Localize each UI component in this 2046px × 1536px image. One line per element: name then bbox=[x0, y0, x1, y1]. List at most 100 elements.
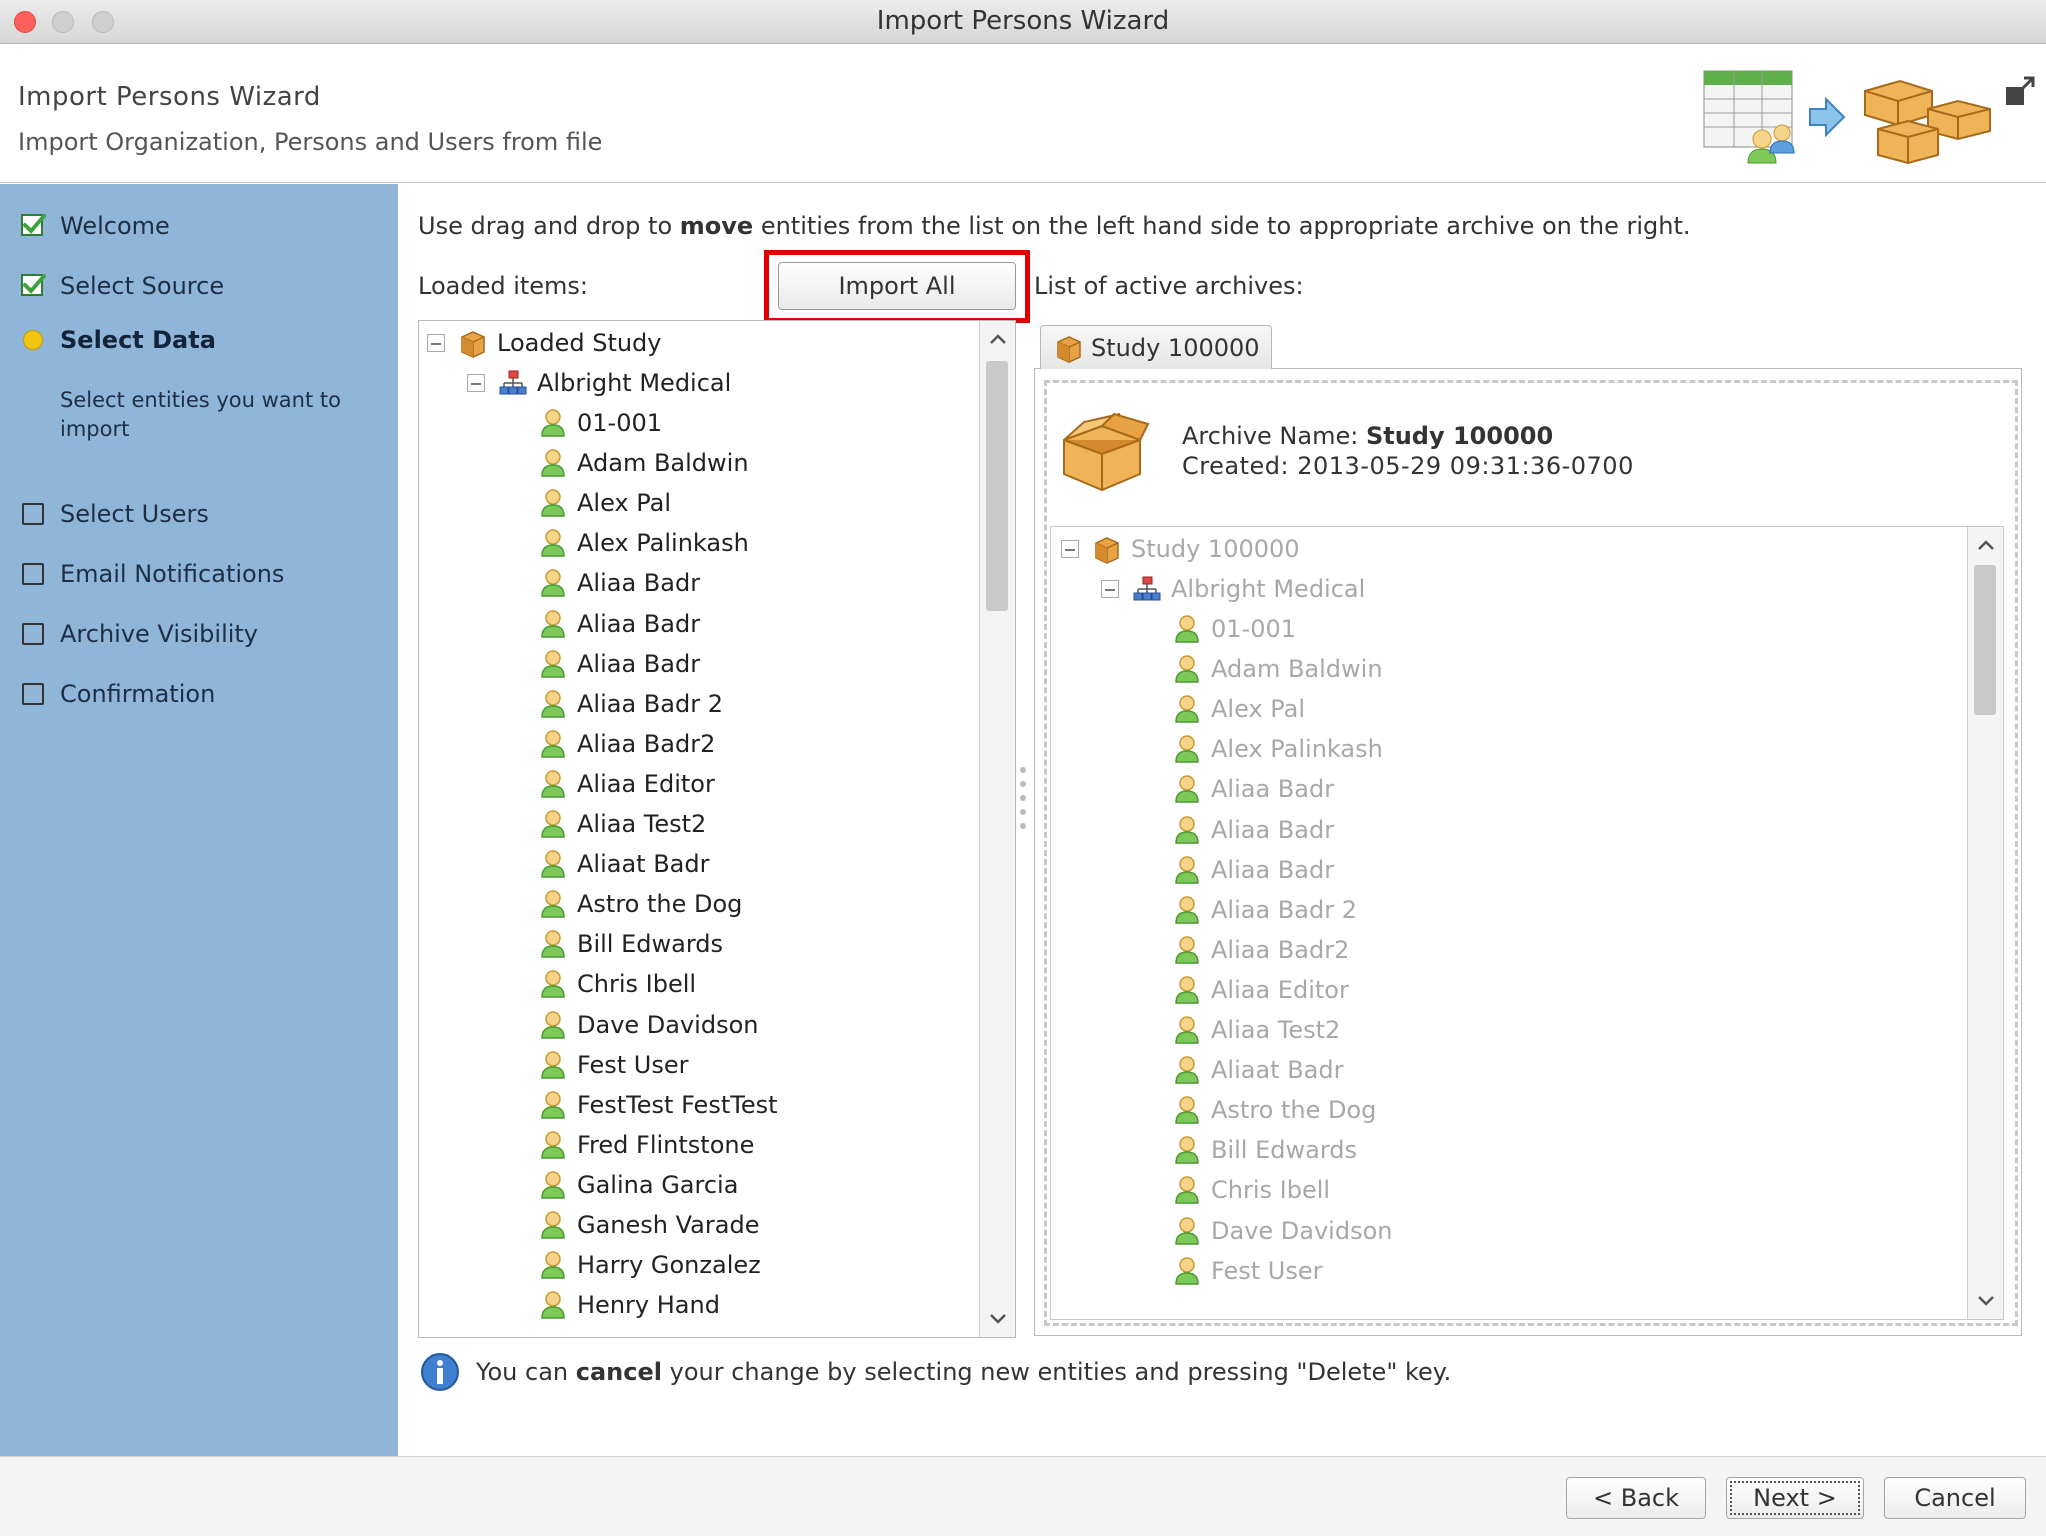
scroll-up-arrow-icon[interactable] bbox=[980, 321, 1015, 357]
person-icon bbox=[539, 1090, 567, 1120]
person-item[interactable]: FestTest FestTest bbox=[539, 1086, 778, 1124]
step-pending-box-icon bbox=[20, 621, 46, 647]
scroll-down-arrow-icon[interactable] bbox=[980, 1301, 1015, 1337]
collapse-toggle[interactable] bbox=[1101, 580, 1119, 598]
person-item[interactable]: Ganesh Varade bbox=[539, 1206, 759, 1244]
step-description: Select entities you want to import bbox=[60, 388, 341, 441]
collapse-toggle[interactable] bbox=[467, 374, 485, 392]
step-select-source: Select Source bbox=[20, 266, 224, 306]
wizard-subtitle: Import Organization, Persons and Users f… bbox=[18, 128, 603, 156]
tab-study-100000[interactable]: Study 100000 bbox=[1040, 325, 1272, 369]
person-item[interactable]: Fest User bbox=[1173, 1252, 1323, 1290]
person-icon bbox=[1173, 774, 1201, 804]
person-item[interactable]: Astro the Dog bbox=[1173, 1091, 1376, 1129]
person-icon bbox=[1173, 1095, 1201, 1125]
person-item[interactable]: Aliaat Badr bbox=[1173, 1051, 1343, 1089]
person-icon bbox=[539, 1170, 567, 1200]
tree-node-organization[interactable]: Albright Medical bbox=[499, 364, 731, 402]
person-icon bbox=[1173, 614, 1201, 644]
person-item[interactable]: Aliaa Editor bbox=[1173, 971, 1349, 1009]
person-item[interactable]: Bill Edwards bbox=[1173, 1131, 1357, 1169]
person-item[interactable]: Astro the Dog bbox=[539, 885, 742, 923]
person-icon bbox=[539, 448, 567, 478]
person-icon bbox=[539, 408, 567, 438]
study-box-icon bbox=[459, 328, 487, 358]
person-item[interactable]: Aliaa Badr2 bbox=[539, 725, 715, 763]
person-item[interactable]: Aliaa Badr bbox=[539, 605, 700, 643]
person-icon bbox=[1173, 1175, 1201, 1205]
person-item[interactable]: Chris Ibell bbox=[1173, 1171, 1330, 1209]
person-item[interactable]: Fred Flintstone bbox=[539, 1126, 754, 1164]
step-done-check-icon bbox=[20, 273, 46, 299]
person-item[interactable]: Aliaa Badr bbox=[1173, 770, 1334, 808]
person-item[interactable]: Aliaa Test2 bbox=[539, 805, 706, 843]
cancel-button[interactable]: Cancel bbox=[1884, 1477, 2026, 1519]
study-box-icon bbox=[1055, 333, 1083, 363]
tree-node-study[interactable]: Study 100000 bbox=[1093, 530, 1300, 568]
scroll-down-arrow-icon[interactable] bbox=[1968, 1283, 2003, 1319]
archive-contents-tree[interactable]: Study 100000 Albright Medical 01-001 Adam… bbox=[1050, 526, 2004, 1320]
step-label: Select Source bbox=[60, 272, 225, 300]
person-icon bbox=[539, 1250, 567, 1280]
person-item[interactable]: Bill Edwards bbox=[539, 925, 723, 963]
back-button[interactable]: < Back bbox=[1566, 1477, 1706, 1519]
collapse-toggle[interactable] bbox=[427, 334, 445, 352]
step-done-check-icon bbox=[20, 213, 46, 239]
person-item[interactable]: Dave Davidson bbox=[539, 1006, 758, 1044]
step-confirmation: Confirmation bbox=[20, 674, 215, 714]
scrollbar-thumb[interactable] bbox=[986, 361, 1008, 611]
expand-icon[interactable] bbox=[2004, 75, 2036, 107]
next-button[interactable]: Next > bbox=[1726, 1477, 1864, 1519]
person-item[interactable]: Adam Baldwin bbox=[539, 444, 749, 482]
person-item[interactable]: Alex Palinkash bbox=[1173, 730, 1383, 768]
person-item[interactable]: Chris Ibell bbox=[539, 965, 696, 1003]
person-icon bbox=[539, 1050, 567, 1080]
person-item[interactable]: Aliaa Badr 2 bbox=[1173, 891, 1357, 929]
person-icon bbox=[539, 1010, 567, 1040]
person-icon bbox=[539, 729, 567, 759]
info-icon bbox=[421, 1353, 459, 1391]
collapse-toggle[interactable] bbox=[1061, 540, 1079, 558]
person-item[interactable]: Alex Pal bbox=[1173, 690, 1305, 728]
person-item[interactable]: Aliaa Badr bbox=[539, 645, 700, 683]
info-message: You can cancel your change by selecting … bbox=[476, 1358, 1452, 1386]
scroll-up-arrow-icon[interactable] bbox=[1968, 527, 2003, 563]
person-item[interactable]: Aliaa Badr bbox=[539, 564, 700, 602]
person-item[interactable]: Alex Palinkash bbox=[539, 524, 749, 562]
person-item[interactable]: Alex Pal bbox=[539, 484, 671, 522]
person-item[interactable]: Adam Baldwin bbox=[1173, 650, 1383, 688]
window-title: Import Persons Wizard bbox=[876, 6, 1170, 36]
left-tree-scrollbar[interactable] bbox=[979, 321, 1015, 1337]
person-icon bbox=[539, 568, 567, 598]
person-item[interactable]: Harry Gonzalez bbox=[539, 1246, 761, 1284]
loaded-items-tree[interactable]: Loaded Study Albright Medical 01-001 Adam… bbox=[418, 320, 1016, 1338]
person-item[interactable]: 01-001 bbox=[539, 404, 662, 442]
person-item[interactable]: Aliaa Badr bbox=[1173, 811, 1334, 849]
right-tree-scrollbar[interactable] bbox=[1967, 527, 2003, 1319]
step-archive-visibility: Archive Visibility bbox=[20, 614, 258, 654]
wizard-steps-sidebar: Welcome Select Source Select Data Select… bbox=[0, 184, 398, 1457]
person-item[interactable]: Aliaa Editor bbox=[539, 765, 715, 803]
person-item[interactable]: Aliaa Badr 2 bbox=[539, 685, 723, 723]
person-item[interactable]: Fest User bbox=[539, 1046, 689, 1084]
person-item[interactable]: Henry Hand bbox=[539, 1286, 720, 1324]
person-item[interactable]: Aliaat Badr bbox=[539, 845, 709, 883]
tree-node-organization[interactable]: Albright Medical bbox=[1133, 570, 1365, 608]
person-icon bbox=[539, 1130, 567, 1160]
person-item[interactable]: Aliaa Badr bbox=[1173, 851, 1334, 889]
person-item[interactable]: Galina Garcia bbox=[539, 1166, 738, 1204]
person-item[interactable]: Aliaa Badr2 bbox=[1173, 931, 1349, 969]
import-all-button[interactable]: Import All bbox=[778, 262, 1016, 310]
step-welcome: Welcome bbox=[20, 206, 170, 246]
person-icon bbox=[1173, 815, 1201, 845]
archive-created: Created: 2013-05-29 09:31:36-0700 bbox=[1182, 452, 1634, 480]
person-item[interactable]: Aliaa Test2 bbox=[1173, 1011, 1340, 1049]
scrollbar-thumb[interactable] bbox=[1974, 565, 1996, 715]
split-pane-divider[interactable] bbox=[1019, 764, 1027, 832]
person-item[interactable]: Dave Davidson bbox=[1173, 1212, 1392, 1250]
person-icon bbox=[1173, 1216, 1201, 1246]
step-email-notifications: Email Notifications bbox=[20, 554, 284, 594]
person-item[interactable]: 01-001 bbox=[1173, 610, 1296, 648]
person-icon bbox=[539, 528, 567, 558]
tree-node-study[interactable]: Loaded Study bbox=[459, 324, 662, 362]
